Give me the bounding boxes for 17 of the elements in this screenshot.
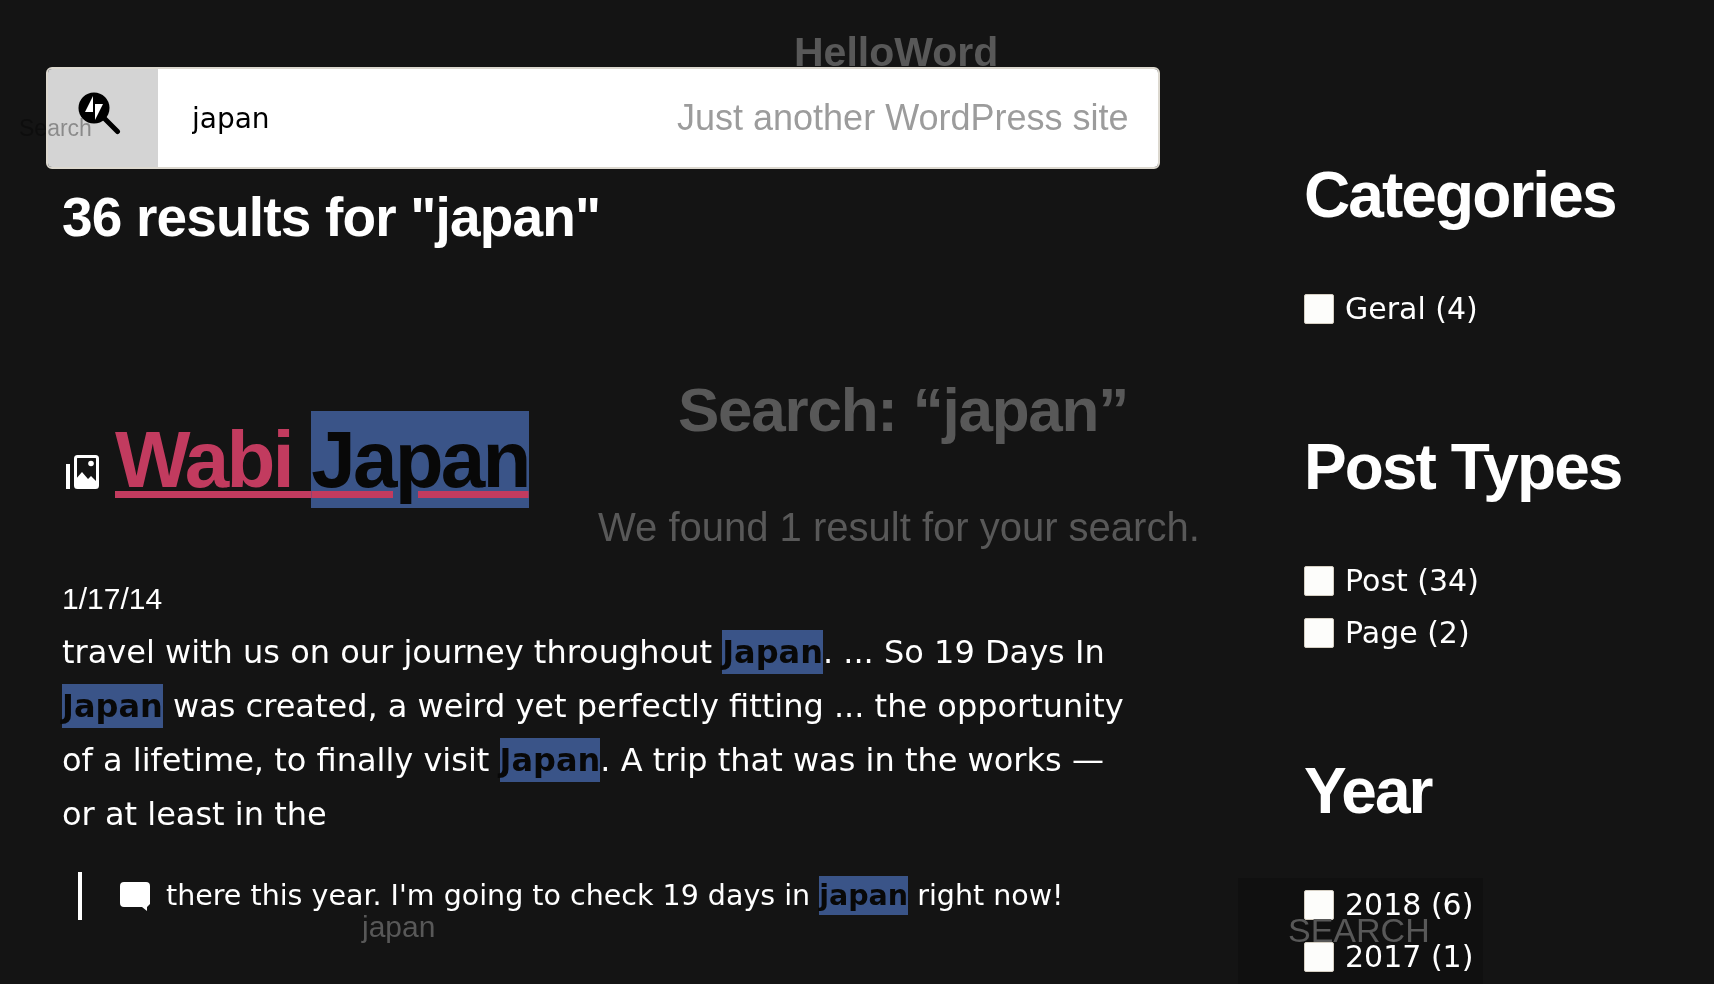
filter-option-label[interactable]: 2018 (6) <box>1345 891 1474 919</box>
filter-option-label[interactable]: 2017 (1) <box>1345 943 1474 971</box>
filter-heading: Year <box>1304 759 1434 823</box>
checkbox[interactable] <box>1304 618 1334 648</box>
image-icon <box>66 455 99 489</box>
filter-option-label[interactable]: Page (2) <box>1345 619 1470 647</box>
result-date: 1/17/14 <box>62 582 164 616</box>
results-summary: We found 1 result for your search. <box>598 507 1200 547</box>
checkbox[interactable] <box>1304 566 1334 596</box>
checkbox[interactable] <box>1304 942 1334 972</box>
checkbox[interactable] <box>1304 294 1334 324</box>
speech-bubble-icon <box>120 881 150 911</box>
site-tagline: Just another WordPress site <box>677 100 1129 136</box>
search-button-label: SEARCH <box>1288 918 1430 942</box>
checkbox[interactable] <box>1304 890 1334 920</box>
filter-option-label[interactable]: Geral (4) <box>1345 295 1478 323</box>
filter-option-label[interactable]: Post (34) <box>1345 567 1479 595</box>
